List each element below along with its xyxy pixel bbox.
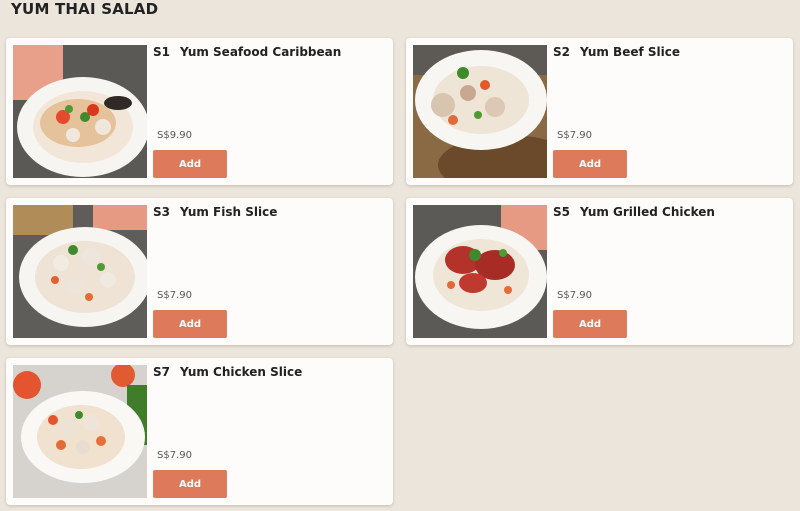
item-price: S$7.90 — [557, 290, 592, 301]
add-button[interactable]: Add — [153, 310, 227, 338]
menu-item-card[interactable]: S3 Yum Fish Slice S$7.90 Add — [6, 198, 393, 345]
item-price: S$7.90 — [157, 290, 192, 301]
item-code: S7 — [153, 365, 170, 379]
item-price: S$9.90 — [157, 130, 192, 141]
menu-item-card[interactable]: S2 Yum Beef Slice S$7.90 Add — [406, 38, 793, 185]
add-button[interactable]: Add — [553, 150, 627, 178]
dish-photo[interactable] — [413, 205, 547, 338]
item-price: S$7.90 — [557, 130, 592, 141]
item-price: S$7.90 — [157, 450, 192, 461]
item-name: Yum Chicken Slice — [180, 365, 303, 379]
add-button[interactable]: Add — [153, 150, 227, 178]
menu-item-card[interactable]: S1 Yum Seafood Caribbean S$9.90 Add — [6, 38, 393, 185]
item-name: Yum Fish Slice — [180, 205, 278, 219]
dish-photo[interactable] — [13, 45, 147, 178]
item-code: S5 — [553, 205, 570, 219]
item-name: Yum Grilled Chicken — [580, 205, 715, 219]
item-code: S3 — [153, 205, 170, 219]
add-button[interactable]: Add — [153, 470, 227, 498]
add-button[interactable]: Add — [553, 310, 627, 338]
menu-item-card[interactable]: S5 Yum Grilled Chicken S$7.90 Add — [406, 198, 793, 345]
dish-photo[interactable] — [413, 45, 547, 178]
item-name: Yum Beef Slice — [580, 45, 680, 59]
section-title: YUM THAI SALAD — [11, 0, 159, 18]
item-code: S1 — [153, 45, 170, 59]
item-code: S2 — [553, 45, 570, 59]
dish-photo[interactable] — [13, 365, 147, 498]
menu-item-card[interactable]: S7 Yum Chicken Slice S$7.90 Add — [6, 358, 393, 505]
dish-photo[interactable] — [13, 205, 147, 338]
item-name: Yum Seafood Caribbean — [180, 45, 342, 59]
